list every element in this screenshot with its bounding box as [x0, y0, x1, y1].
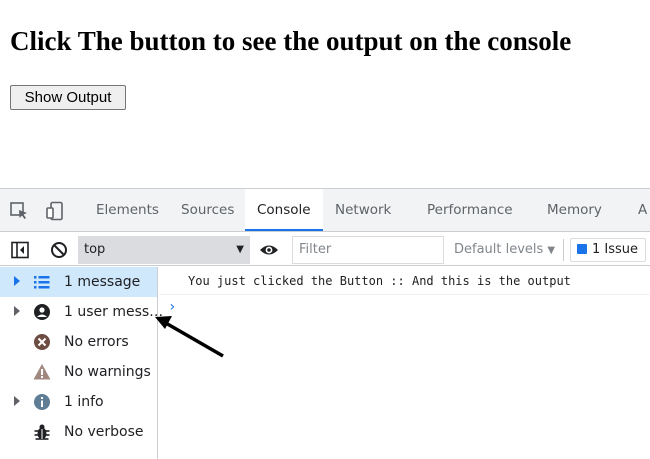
- console-log-message: You just clicked the Button :: And this …: [159, 267, 650, 295]
- clear-console-icon[interactable]: [49, 240, 69, 260]
- list-icon: [33, 273, 51, 291]
- devtools-tabbar: Elements Sources Console Network Perform…: [0, 189, 650, 232]
- filter-input[interactable]: Filter: [292, 236, 444, 264]
- sidebar-item-label: 1 user mess…: [64, 304, 164, 320]
- chevron-down-icon: ▼: [236, 244, 244, 255]
- log-levels-label: Default levels: [454, 242, 544, 257]
- expand-triangle-icon[interactable]: [14, 306, 20, 316]
- issue-icon: [577, 244, 587, 254]
- sidebar-item-label: No warnings: [64, 364, 151, 380]
- console-output-area[interactable]: You just clicked the Button :: And this …: [159, 267, 650, 459]
- tab-sources[interactable]: Sources: [181, 189, 234, 231]
- issues-label: 1 Issue: [592, 242, 639, 257]
- inspect-element-icon[interactable]: [9, 201, 29, 221]
- sidebar-item-label: 1 info: [64, 394, 104, 410]
- sidebar-item-info[interactable]: 1 info: [0, 387, 157, 417]
- bug-icon: [33, 423, 51, 441]
- user-icon: [33, 303, 51, 321]
- sidebar-item-warnings[interactable]: No warnings: [0, 357, 157, 387]
- context-value: top: [84, 242, 106, 257]
- info-icon: [33, 393, 51, 411]
- device-toolbar-icon[interactable]: [45, 201, 65, 221]
- console-prompt-icon[interactable]: ›: [168, 295, 176, 319]
- page-heading: Click The button to see the output on th…: [10, 26, 572, 56]
- tab-memory[interactable]: Memory: [547, 189, 602, 231]
- devtools-panel: Elements Sources Console Network Perform…: [0, 188, 650, 459]
- sidebar-item-label: No verbose: [64, 424, 144, 440]
- tab-performance[interactable]: Performance: [427, 189, 513, 231]
- sidebar-item-verbose[interactable]: No verbose: [0, 417, 157, 447]
- chevron-down-icon: ▼: [547, 245, 556, 256]
- sidebar-item-label: 1 message: [64, 274, 141, 290]
- eye-icon[interactable]: [259, 240, 279, 260]
- sidebar-item-label: No errors: [64, 334, 129, 350]
- tab-application[interactable]: A: [638, 189, 647, 231]
- error-icon: [33, 333, 51, 351]
- tab-elements[interactable]: Elements: [96, 189, 159, 231]
- sidebar-item-user-messages[interactable]: 1 user mess…: [0, 297, 163, 327]
- toolbar-divider: [563, 239, 564, 261]
- context-selector[interactable]: top ▼: [78, 236, 250, 264]
- log-levels-dropdown[interactable]: Default levels ▼: [454, 233, 555, 266]
- tab-network[interactable]: Network: [335, 189, 391, 231]
- issues-button[interactable]: 1 Issue: [570, 238, 646, 262]
- show-output-button[interactable]: Show Output: [10, 85, 126, 110]
- expand-triangle-icon[interactable]: [14, 276, 20, 286]
- console-sidebar: 1 message 1 user mess… No errors No warn…: [0, 267, 163, 459]
- expand-triangle-icon[interactable]: [14, 396, 20, 406]
- warning-icon: [33, 363, 51, 381]
- sidebar-toggle-icon[interactable]: [10, 240, 30, 260]
- tab-console[interactable]: Console: [245, 189, 323, 231]
- sidebar-item-messages[interactable]: 1 message: [0, 267, 157, 297]
- console-toolbar: top ▼ Filter Default levels ▼ 1 Issue: [0, 233, 650, 266]
- sidebar-item-errors[interactable]: No errors: [0, 327, 157, 357]
